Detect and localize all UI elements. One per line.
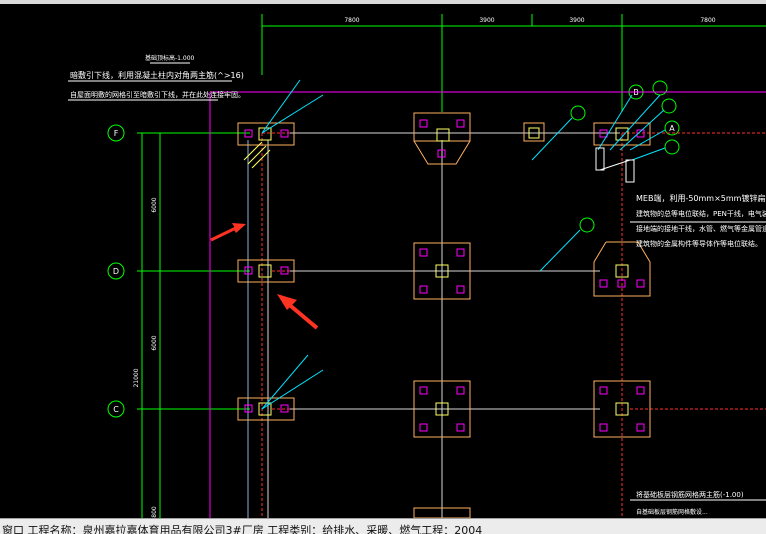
status-bar: 窗口 工程名称：泉州嘉拉嘉体育用品有限公司3#厂房 工程类别：给排水、采暖、燃气… (0, 518, 766, 534)
axis-label-A: A (669, 124, 675, 133)
note-meb-4: 建筑物的金属构件等导体作等电位联结。 (636, 239, 762, 248)
pile-cap-F3 (523, 122, 545, 142)
axis-bubble-D: D (107, 262, 125, 280)
left-dim-1: 6000 (151, 197, 158, 212)
note-meb-2: 建筑物的总等电位联结，PEN干线，电气装置 (636, 209, 766, 218)
note-bottom-1: 将基础板层钢筋网格两主筋(-1.00) (636, 490, 744, 499)
axis-label-F: F (114, 129, 119, 138)
axis-bubble-C: C (107, 400, 125, 418)
top-dim-4: 7800 (700, 17, 715, 24)
left-dimension-lines (137, 132, 250, 518)
cad-drawing[interactable]: 7800 3900 3900 7800 6000 6000 21000 800 … (0, 4, 766, 519)
top-dim-3: 3900 (569, 17, 584, 24)
status-text: 窗口 工程名称：泉州嘉拉嘉体育用品有限公司3#厂房 工程类别：给排水、采暖、燃气… (2, 524, 483, 534)
left-dim-4: 800 (151, 506, 158, 518)
building-outline (209, 91, 766, 518)
axis-label-D: D (113, 267, 119, 276)
red-arrow-lower (277, 294, 319, 330)
axis-label-C: C (113, 405, 119, 414)
ground-connection-detail (595, 147, 635, 183)
conductor-lines (247, 132, 620, 518)
note-roof-mesh: 自屋面明敷的网格引至暗敷引下线，并在此处连接牢固。 (70, 90, 245, 99)
top-dim-2: 3900 (479, 17, 494, 24)
grounding-lines (261, 132, 766, 518)
note-meb-3: 接地端的接地干线，水管、燃气等金属管道， (636, 224, 766, 233)
cad-drawing-canvas[interactable]: 7800 3900 3900 7800 6000 6000 21000 800 … (0, 4, 766, 519)
red-arrow-upper (210, 223, 246, 242)
left-dim-3: 21000 (133, 368, 140, 387)
top-dimension-lines (261, 14, 766, 112)
axis-bubble-F: F (107, 124, 125, 142)
note-top-small: 基础顶标高-1.000 (145, 54, 195, 62)
left-dim-2: 6000 (151, 335, 158, 350)
note-meb-1: MEB端，利用-50mm×5mm镀锌扁钢， (636, 193, 766, 203)
top-dim-1: 7800 (344, 17, 359, 24)
note-downconductor: 暗敷引下线，利用混凝土柱内对角两主筋(^>16) (70, 70, 244, 80)
note-bottom-2: 自基础板层钢筋网格敷设... (636, 508, 708, 516)
note-leaders (68, 62, 766, 501)
pile-cap-F1 (237, 122, 295, 146)
